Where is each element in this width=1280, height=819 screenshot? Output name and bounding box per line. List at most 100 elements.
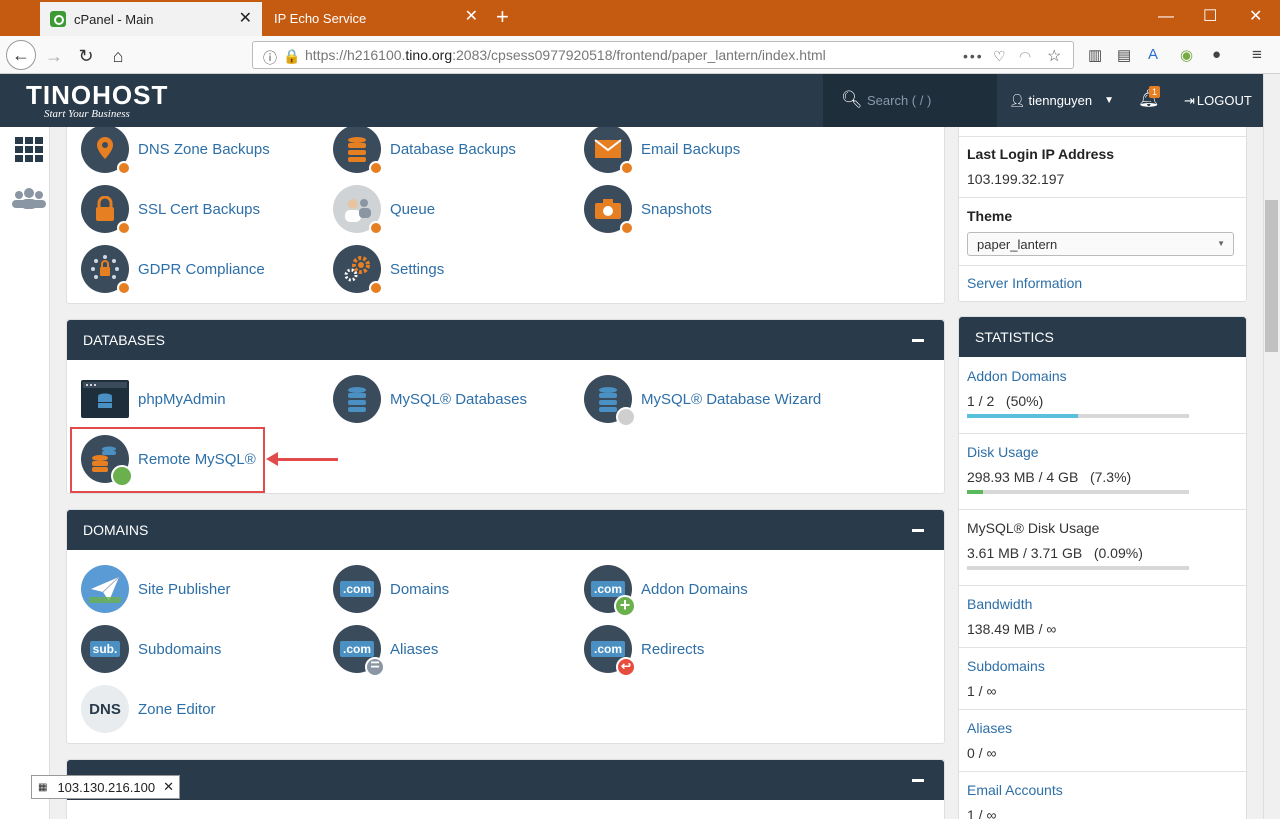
minimize-icon[interactable]: —	[1158, 8, 1174, 26]
stat-addon-domains: Addon Domains 1 / 2 (50%)	[959, 358, 1246, 434]
home-icon[interactable]: ⌂	[104, 42, 132, 70]
window-close-icon[interactable]: ✕	[1249, 8, 1262, 26]
gdpr-compliance-link[interactable]: GDPR Compliance	[81, 244, 265, 295]
aliases-link[interactable]: .com = Aliases	[333, 624, 438, 677]
forward-icon[interactable]: →	[40, 42, 68, 70]
collapse-icon[interactable]	[912, 779, 924, 782]
usage-bar	[967, 414, 1189, 418]
stat-label[interactable]: Bandwidth	[967, 596, 1032, 612]
stat-percent: (50%)	[1005, 393, 1044, 409]
new-tab-icon[interactable]: +	[496, 5, 509, 29]
tab-ip-echo[interactable]: IP Echo Service ✕	[264, 0, 488, 36]
item-label: phpMyAdmin	[138, 390, 226, 408]
logo-slogan: Start Your Business	[44, 108, 130, 120]
scrollbar-thumb[interactable]	[1265, 200, 1278, 352]
tab-cpanel-main[interactable]: cPanel - Main ✕	[40, 0, 262, 36]
left-sidebar	[0, 127, 50, 819]
map-pin-icon	[81, 127, 131, 175]
databases-header[interactable]: DATABASES	[67, 320, 944, 360]
padlock-icon	[81, 185, 131, 235]
reload-icon[interactable]: ↻	[72, 42, 100, 70]
addon-domains-link[interactable]: .com + Addon Domains	[584, 564, 748, 617]
ssl-cert-backups-link[interactable]: SSL Cert Backups	[81, 184, 260, 235]
item-label: Snapshots	[641, 200, 712, 218]
statistics-panel: STATISTICS Addon Domains 1 / 2 (50%) Dis…	[958, 316, 1247, 819]
email-backups-link[interactable]: Email Backups	[584, 127, 740, 175]
icon-text: .com	[339, 581, 374, 597]
mysql-database-wizard-link[interactable]: MySQL® Database Wizard	[584, 374, 821, 427]
stat-value: 298.93 MB / 4 GB	[967, 469, 1079, 485]
users-icon[interactable]	[11, 187, 47, 211]
search-input[interactable]: Search ( / )	[867, 93, 931, 108]
domains-link[interactable]: .com Domains	[333, 564, 449, 614]
panel-title: DATABASES	[83, 332, 165, 348]
database-wizard-icon	[584, 375, 636, 427]
icon-text: .com	[339, 641, 374, 657]
url-host: tino.org	[405, 47, 453, 63]
url-bar[interactable]: ⓘ 🔒 https://h216100. tino.org:2083/cpsess…	[252, 41, 1074, 69]
collapse-icon[interactable]	[912, 339, 924, 342]
stat-value: 138.49 MB / ∞	[967, 621, 1057, 637]
notifications-button[interactable]: 🔔︎ 1	[1120, 74, 1172, 127]
domains-header[interactable]: DOMAINS	[67, 510, 944, 550]
library-icon[interactable]: ▥	[1088, 46, 1102, 64]
stat-label[interactable]: Email Accounts	[967, 782, 1063, 798]
mysql-databases-link[interactable]: MySQL® Databases	[333, 374, 527, 424]
item-label: Redirects	[641, 640, 705, 658]
collapse-icon[interactable]	[912, 529, 924, 532]
tab-label: cPanel - Main	[74, 11, 154, 27]
tinohost-logo[interactable]: TINOHOST	[26, 80, 168, 111]
database-backups-link[interactable]: Database Backups	[333, 127, 516, 175]
user-menu[interactable]: 👤︎ tiennguyen ▼	[997, 74, 1120, 127]
page-scrollbar[interactable]	[1263, 74, 1280, 819]
menu-icon[interactable]: ≡	[1252, 45, 1262, 65]
grid-icon[interactable]	[15, 137, 45, 163]
page-actions-icon[interactable]: •••	[963, 48, 984, 64]
next-panel-header[interactable]	[67, 760, 944, 800]
item-label: Zone Editor	[138, 700, 216, 718]
subdomain-icon: sub.	[81, 625, 129, 673]
bookmark-star-icon[interactable]: ☆	[1047, 46, 1061, 66]
search-box[interactable]: 🔍︎ Search ( / )	[823, 74, 997, 127]
pocket-icon[interactable]: ♡	[993, 48, 1006, 65]
phpmyadmin-link[interactable]: phpMyAdmin	[81, 374, 226, 424]
theme-select[interactable]: paper_lantern ▼	[967, 232, 1234, 256]
stat-value: 1 / ∞	[967, 807, 997, 819]
item-label: Database Backups	[390, 140, 516, 158]
stat-label[interactable]: Subdomains	[967, 658, 1045, 674]
server-information-link[interactable]: Server Information	[967, 275, 1082, 291]
back-icon[interactable]: ←	[6, 40, 36, 70]
close-tab-icon[interactable]: ✕	[239, 11, 252, 27]
icon-text: .com	[590, 641, 625, 657]
dot-com-add-icon: .com +	[584, 565, 636, 617]
translate-icon[interactable]: A	[1148, 46, 1158, 63]
maximize-icon[interactable]: ☐	[1203, 8, 1217, 26]
item-label: Settings	[390, 260, 445, 278]
close-icon[interactable]: ✕	[163, 779, 174, 795]
queue-link[interactable]: Queue	[333, 184, 435, 235]
settings-link[interactable]: Settings	[333, 244, 445, 295]
reader-icon[interactable]: ◠	[1019, 48, 1031, 65]
stat-value: 0 / ∞	[967, 745, 997, 761]
stat-percent: (0.09%)	[1093, 545, 1143, 561]
extension-icon[interactable]: ◉	[1180, 46, 1193, 64]
info-icon[interactable]: ⓘ	[263, 48, 277, 68]
redirects-link[interactable]: .com ↩ Redirects	[584, 624, 705, 677]
stat-label[interactable]: Addon Domains	[967, 368, 1067, 384]
stat-label[interactable]: Disk Usage	[967, 444, 1039, 460]
stat-value: 3.61 MB / 3.71 GB	[967, 545, 1083, 561]
subdomains-link[interactable]: sub. Subdomains	[81, 624, 221, 674]
sidebar-icon[interactable]: ▤	[1117, 46, 1131, 64]
account-icon[interactable]: ●	[1212, 46, 1221, 63]
lock-icon[interactable]: 🔒	[283, 48, 300, 65]
dns-zone-backups-link[interactable]: DNS Zone Backups	[81, 127, 270, 175]
zone-editor-link[interactable]: DNS Zone Editor	[81, 684, 216, 734]
stat-label[interactable]: Aliases	[967, 720, 1012, 736]
snapshots-link[interactable]: Snapshots	[584, 184, 712, 235]
server-info-row: Server Information	[959, 266, 1246, 302]
stat-label: MySQL® Disk Usage	[967, 520, 1100, 536]
stat-percent: (7.3%)	[1089, 469, 1132, 485]
user-icon: 👤︎	[1009, 92, 1026, 108]
close-tab-icon[interactable]: ✕	[465, 9, 478, 25]
site-publisher-link[interactable]: Site Publisher	[81, 564, 231, 614]
